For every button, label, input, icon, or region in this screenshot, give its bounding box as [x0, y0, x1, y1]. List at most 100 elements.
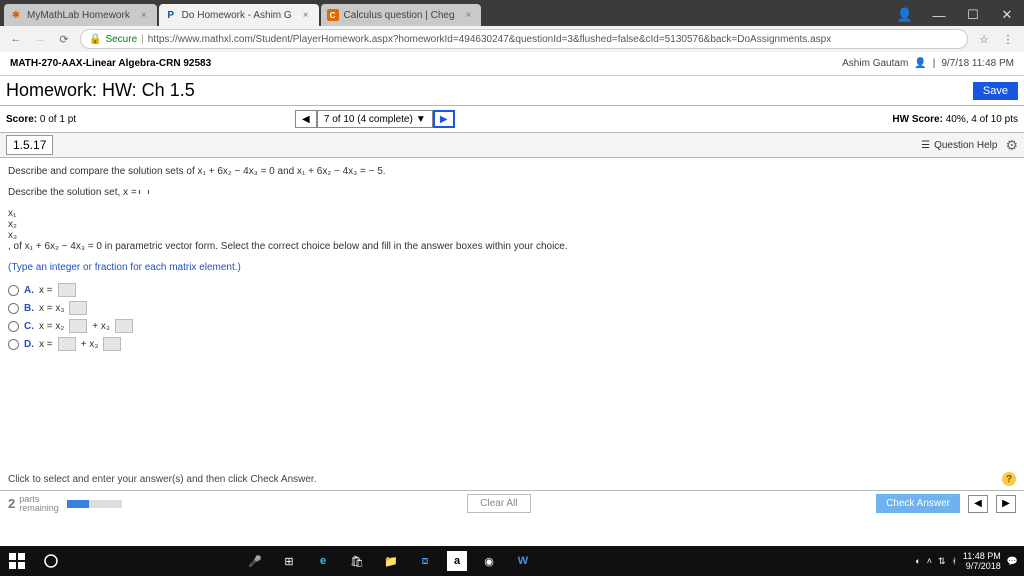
student-name: Ashim Gautam — [842, 58, 908, 69]
close-icon[interactable]: × — [141, 10, 147, 21]
answer-blank[interactable] — [58, 283, 76, 297]
url-text: https://www.mathxl.com/Student/PlayerHom… — [148, 34, 831, 45]
score-bar: Score: 0 of 1 pt ◀ 7 of 10 (4 complete) … — [0, 106, 1024, 133]
column-vector — [139, 190, 149, 194]
tab-2[interactable]: C Calculus question | Cheg × — [321, 4, 482, 26]
gear-icon[interactable]: ⚙ — [1005, 137, 1018, 154]
menu-icon[interactable]: ⋮ — [1000, 33, 1016, 46]
course-name: MATH-270-AAX-Linear Algebra-CRN 92583 — [10, 58, 211, 69]
clock[interactable]: 11:48 PM 9/7/2018 — [963, 551, 1001, 571]
favicon-0: ✱ — [10, 9, 22, 21]
window-controls: 👤 — ☐ ✕ — [888, 4, 1024, 26]
tab-1[interactable]: P Do Homework - Ashim G × — [159, 4, 319, 26]
notifications-icon[interactable]: 💬 — [1007, 556, 1018, 567]
instruction-row: Click to select and enter your answer(s)… — [0, 468, 1024, 490]
favicon-2: C — [327, 9, 339, 21]
prev-part-button[interactable]: ◀ — [968, 495, 988, 513]
footer-bar: 2 partsremaining Clear All Check Answer … — [0, 490, 1024, 516]
option-d[interactable]: D. x = + x₃ — [8, 337, 1016, 351]
list-icon: ☰ — [921, 140, 930, 151]
save-button[interactable]: Save — [973, 82, 1018, 100]
close-icon[interactable]: × — [303, 10, 309, 21]
taskbar: 🎤 ⊞ e 🛍 📁 ⧈ a ◉ W ◐ ˄ ⇅ ᚼ 11:48 PM 9/7/2… — [0, 546, 1024, 576]
bluetooth-icon[interactable]: ᚼ — [952, 556, 957, 566]
tab-label-1: Do Homework - Ashim G — [182, 10, 292, 21]
answer-blank[interactable] — [115, 319, 133, 333]
cortana-icon[interactable] — [34, 546, 68, 576]
next-part-button[interactable]: ▶ — [996, 495, 1016, 513]
options: A. x = B. x = x₃ C. x = x₂ + x₃ D. — [8, 283, 1016, 351]
prev-question-button[interactable]: ◀ — [295, 110, 317, 128]
prompt-b: Describe the solution set, x = — [8, 187, 1016, 198]
back-icon[interactable]: ← — [8, 33, 24, 45]
hw-title-row: Homework: HW: Ch 1.5 Save — [0, 76, 1024, 106]
hw-score-value: 40%, 4 of 10 pts — [946, 114, 1018, 125]
answer-blank[interactable] — [69, 319, 87, 333]
check-answer-button[interactable]: Check Answer — [876, 494, 960, 513]
help-icon[interactable]: ? — [1002, 472, 1016, 486]
forward-icon[interactable]: → — [32, 33, 48, 45]
tray-icon[interactable]: ◐ — [915, 556, 920, 566]
question-help-button[interactable]: ☰ Question Help — [921, 140, 997, 151]
option-a[interactable]: A. x = — [8, 283, 1016, 297]
url-field[interactable]: 🔒 Secure | https://www.mathxl.com/Studen… — [80, 29, 968, 49]
answer-blank[interactable] — [103, 337, 121, 351]
amazon-icon[interactable]: a — [447, 551, 467, 571]
question-nav: ◀ 7 of 10 (4 complete) ▼ ▶ — [295, 110, 455, 128]
lock-icon: 🔒 — [89, 34, 101, 45]
question-body: Describe and compare the solution sets o… — [0, 158, 1024, 363]
tabstrip: ✱ MyMathLab Homework × P Do Homework - A… — [0, 0, 1024, 26]
favicon-1: P — [165, 9, 177, 21]
option-b[interactable]: B. x = x₃ — [8, 301, 1016, 315]
score-label: Score: — [6, 114, 37, 125]
radio-b[interactable] — [8, 303, 19, 314]
answer-blank[interactable] — [58, 337, 76, 351]
close-icon[interactable]: ✕ — [990, 4, 1024, 26]
dropbox-icon[interactable]: ⧈ — [408, 546, 442, 576]
explorer-icon[interactable]: 📁 — [374, 546, 408, 576]
clear-all-button[interactable]: Clear All — [467, 494, 530, 513]
answer-blank[interactable] — [69, 301, 87, 315]
course-band: MATH-270-AAX-Linear Algebra-CRN 92583 As… — [0, 52, 1024, 76]
user-icon[interactable]: 👤 — [888, 4, 922, 26]
hw-score-label: HW Score: — [892, 114, 943, 125]
page-title: Homework: HW: Ch 1.5 — [6, 80, 195, 101]
maximize-icon[interactable]: ☐ — [956, 4, 990, 26]
store-icon[interactable]: 🛍 — [340, 546, 374, 576]
mic-icon[interactable]: 🎤 — [238, 546, 272, 576]
close-icon[interactable]: × — [466, 10, 472, 21]
tab-label-2: Calculus question | Cheg — [344, 10, 455, 21]
instruction-text: Click to select and enter your answer(s)… — [8, 474, 316, 485]
progress-bar — [67, 500, 122, 508]
tab-0[interactable]: ✱ MyMathLab Homework × — [4, 4, 157, 26]
question-number-bar: 1.5.17 ☰ Question Help ⚙ — [0, 133, 1024, 158]
user-icon: 👤 — [914, 58, 926, 69]
course-datetime: 9/7/18 11:48 PM — [941, 58, 1014, 69]
page-content: MATH-270-AAX-Linear Algebra-CRN 92583 As… — [0, 52, 1024, 546]
chevron-up-icon[interactable]: ˄ — [927, 556, 932, 566]
star-icon[interactable]: ☆ — [976, 33, 992, 46]
word-icon[interactable]: W — [506, 546, 540, 576]
radio-c[interactable] — [8, 321, 19, 332]
radio-d[interactable] — [8, 339, 19, 350]
next-question-button[interactable]: ▶ — [433, 110, 455, 128]
address-bar: ← → ⟳ 🔒 Secure | https://www.mathxl.com/… — [0, 26, 1024, 52]
option-c[interactable]: C. x = x₂ + x₃ — [8, 319, 1016, 333]
system-tray: ◐ ˄ ⇅ ᚼ 11:48 PM 9/7/2018 💬 — [915, 551, 1024, 571]
network-icon[interactable]: ⇅ — [938, 556, 946, 567]
score-value: 0 of 1 pt — [40, 114, 76, 125]
secure-label: Secure — [105, 34, 137, 45]
minimize-icon[interactable]: — — [922, 4, 956, 26]
question-position[interactable]: 7 of 10 (4 complete) ▼ — [317, 110, 433, 128]
parts-remaining: 2 partsremaining — [8, 495, 59, 513]
reload-icon[interactable]: ⟳ — [56, 33, 72, 46]
start-button[interactable] — [0, 546, 34, 576]
type-hint: (Type an integer or fraction for each ma… — [8, 262, 1016, 273]
chrome-icon[interactable]: ◉ — [472, 546, 506, 576]
radio-a[interactable] — [8, 285, 19, 296]
edge-icon[interactable]: e — [306, 546, 340, 576]
task-view-icon[interactable]: ⊞ — [272, 546, 306, 576]
question-number: 1.5.17 — [6, 135, 53, 155]
chevron-down-icon: ▼ — [416, 114, 426, 125]
prompt-a: Describe and compare the solution sets o… — [8, 166, 1016, 177]
